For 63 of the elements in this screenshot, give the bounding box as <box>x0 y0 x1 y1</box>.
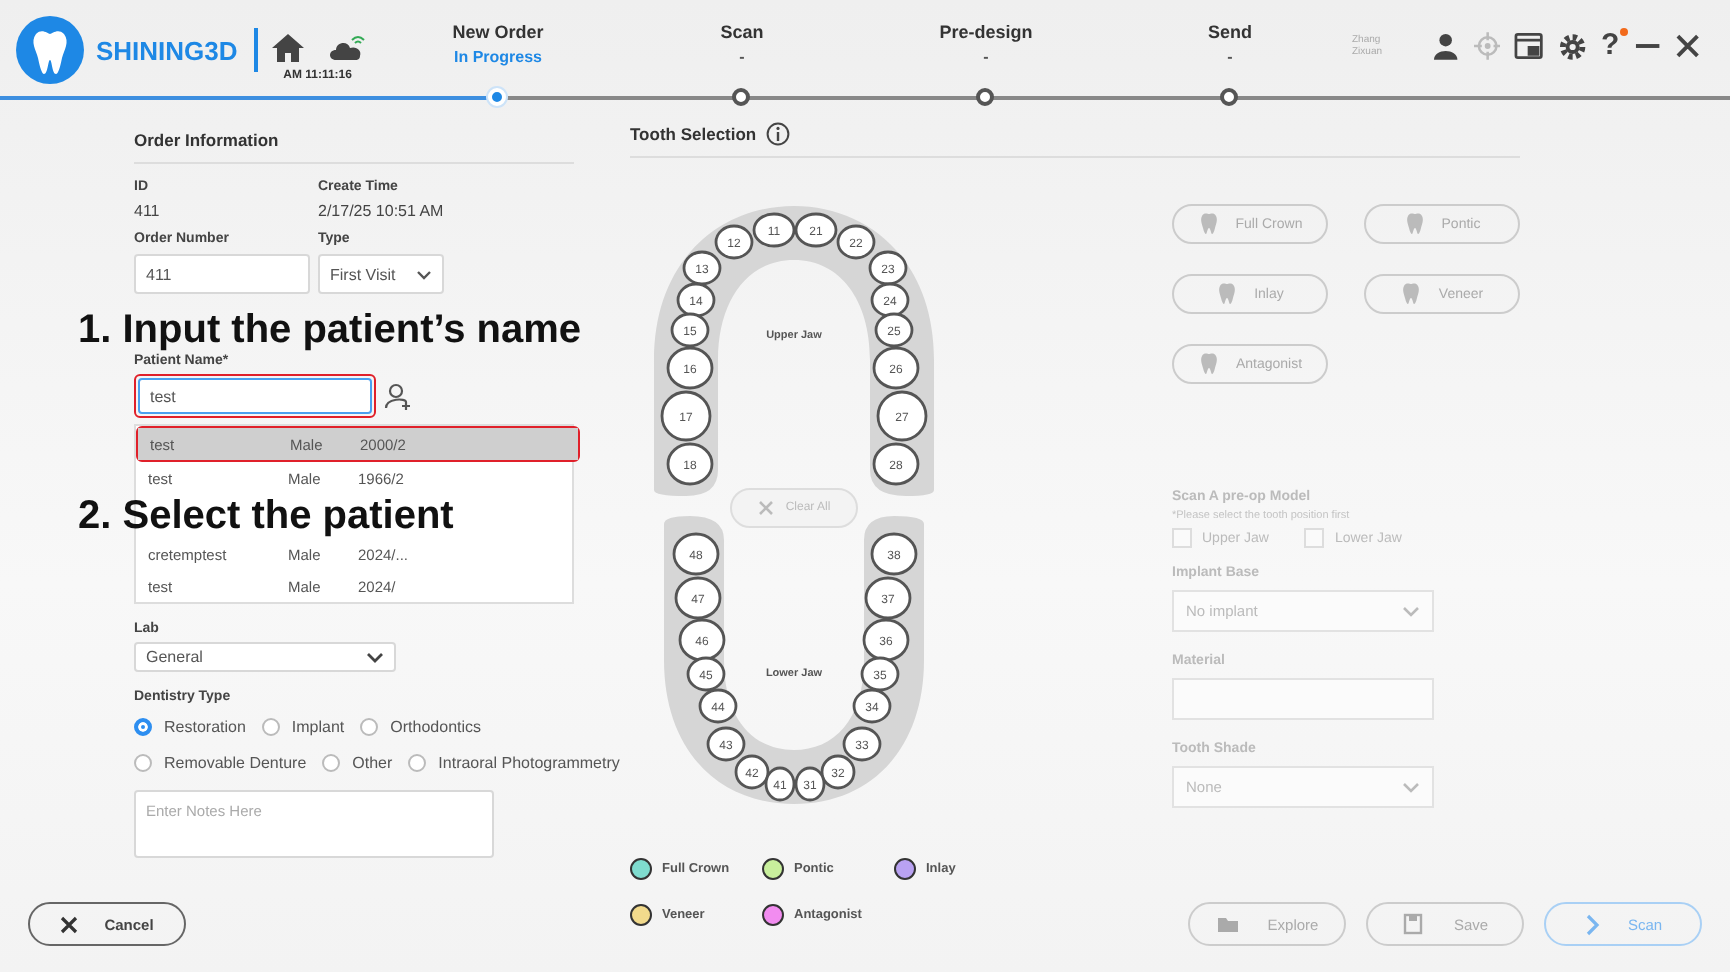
radio-button[interactable] <box>261 718 280 737</box>
radio-button[interactable] <box>322 754 341 773</box>
tooth-icon <box>1197 212 1220 236</box>
patient-name-field[interactable]: test <box>138 378 372 414</box>
step-status: In Progress <box>453 48 542 66</box>
cloud-icon[interactable] <box>325 31 366 63</box>
field-value: 411 <box>134 202 160 220</box>
chevron-icon <box>416 269 432 279</box>
close-icon[interactable] <box>1674 32 1702 60</box>
radio-option[interactable]: Removable Denture <box>134 754 307 773</box>
step-label[interactable]: New Order <box>452 22 544 42</box>
order-number-field[interactable]: 411 <box>134 254 310 294</box>
folder-icon <box>1215 912 1240 936</box>
chevron-icon <box>1402 605 1420 617</box>
brand-name: SHINING3D <box>96 35 238 65</box>
tooth-icon <box>1197 352 1220 376</box>
section-title: Tooth Selection <box>630 124 757 144</box>
user-icon[interactable] <box>1431 32 1460 60</box>
logo-icon <box>16 16 84 84</box>
radio-label: Restoration <box>164 718 246 737</box>
step-status: - <box>739 48 745 66</box>
checkbox[interactable] <box>1172 528 1192 548</box>
save-icon <box>1401 912 1426 936</box>
help-button[interactable]: ? <box>1600 28 1620 64</box>
type-dropdown[interactable]: First Visit <box>318 254 444 294</box>
step-label[interactable]: Send <box>1207 22 1252 42</box>
close-icon <box>60 915 79 933</box>
home-icon[interactable] <box>269 31 306 63</box>
step-status: - <box>983 48 989 66</box>
step-label[interactable]: Pre-design <box>939 22 1033 42</box>
radio-option[interactable]: Restoration <box>134 718 246 737</box>
radio-label: Orthodontics <box>390 718 482 737</box>
radio-button[interactable] <box>134 754 152 773</box>
close-icon <box>757 500 774 516</box>
material-field[interactable] <box>1172 678 1434 720</box>
tooth-icon <box>1400 282 1423 306</box>
info-icon[interactable] <box>766 122 791 146</box>
step-label[interactable]: Scan <box>720 22 764 42</box>
radio-option[interactable]: Other <box>322 754 393 773</box>
settings-icon[interactable] <box>1557 31 1587 61</box>
radio-button[interactable] <box>360 718 379 737</box>
chevron-icon <box>1402 781 1420 793</box>
add-patient-icon[interactable] <box>384 382 412 410</box>
radio-button[interactable] <box>408 754 427 773</box>
radio-label: Other <box>352 754 393 773</box>
step-status: - <box>1227 48 1233 66</box>
tooth-icon <box>1216 282 1239 306</box>
radio-label: Implant <box>291 718 345 737</box>
tooth-icon <box>1403 212 1426 236</box>
dropdown-value: General <box>146 648 203 667</box>
radio-option[interactable]: Orthodontics <box>360 718 482 737</box>
radio-label: Removable Denture <box>164 754 307 773</box>
field-value: 2/17/25 10:51 AM <box>318 202 444 220</box>
annotation-text: 2. Select the patient <box>78 494 456 538</box>
checkbox[interactable] <box>1304 528 1325 548</box>
lab-dropdown[interactable]: General <box>134 642 396 673</box>
window-icon[interactable] <box>1514 32 1544 60</box>
radio-option[interactable]: Implant <box>261 718 345 737</box>
chevron-icon <box>1583 913 1600 935</box>
section-title: Order Information <box>134 112 574 164</box>
radio-button[interactable] <box>134 718 152 737</box>
dropdown-value: First Visit <box>330 265 396 283</box>
chevron-icon <box>366 651 384 664</box>
